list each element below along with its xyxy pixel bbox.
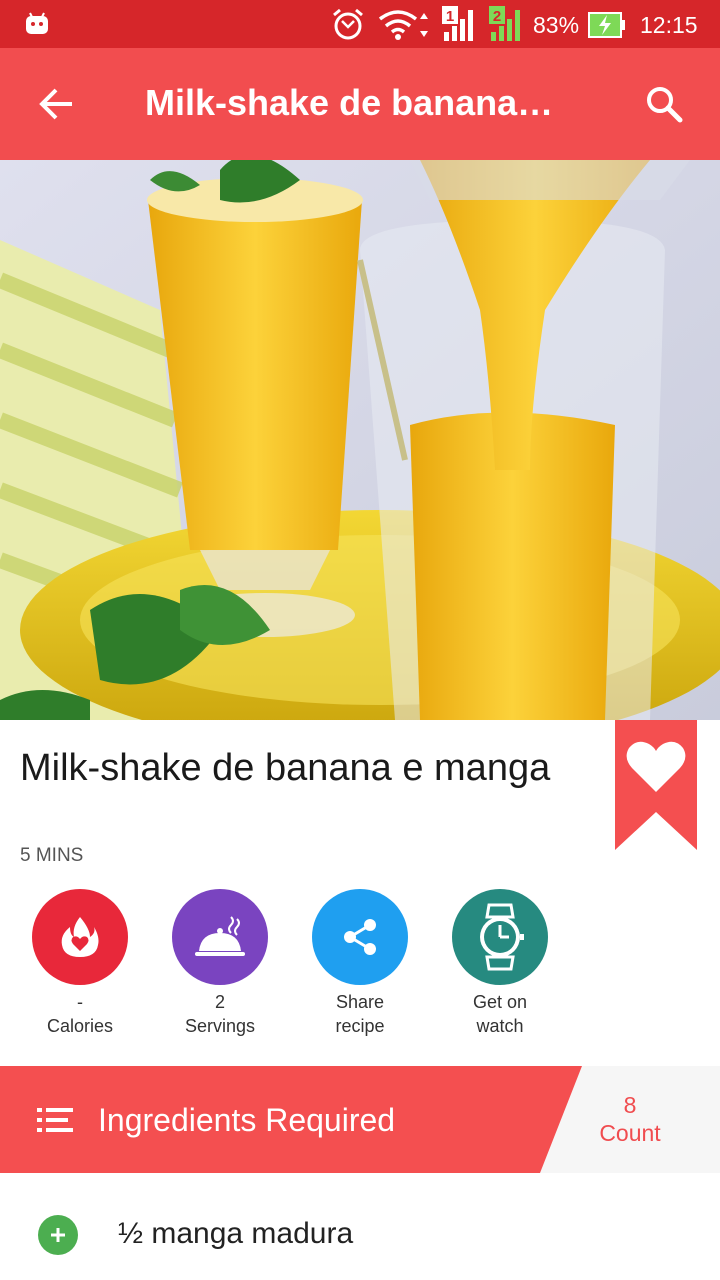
status-clock: 12:15 xyxy=(640,12,698,38)
watch-badge xyxy=(452,889,548,985)
signal-sim1-icon: 1 xyxy=(440,6,480,47)
calories-badge xyxy=(32,889,128,985)
plus-icon xyxy=(51,1228,65,1242)
svg-text:1: 1 xyxy=(446,8,454,25)
watch-label-line1: Get on xyxy=(472,992,528,1012)
ingredients-count-label: Count xyxy=(599,1120,661,1146)
watch-icon xyxy=(480,903,524,971)
ingredient-list-item: ½ manga madura xyxy=(0,1173,720,1280)
ingredient-text: ½ manga madura xyxy=(118,1217,354,1250)
favorite-bookmark-button[interactable] xyxy=(615,720,697,850)
alarm-icon xyxy=(331,8,365,47)
watch-label-line2: watch xyxy=(476,1016,524,1036)
calories-label: Calories xyxy=(46,1016,114,1036)
signal-sim2-icon: 2 xyxy=(487,6,527,47)
servings-info[interactable]: 2 Servings xyxy=(150,889,290,1037)
app-bar: Milk-shake de banana… xyxy=(0,48,720,160)
servings-value: 2 xyxy=(214,992,225,1012)
list-icon xyxy=(37,1106,73,1139)
search-icon xyxy=(647,87,683,123)
get-on-watch-button[interactable]: Get on watch xyxy=(430,889,570,1037)
battery-charging-icon xyxy=(588,12,626,43)
servings-label: Servings xyxy=(184,1016,256,1036)
ingredients-title: Ingredients Required xyxy=(98,1102,396,1138)
app-bar-title: Milk-shake de banana… xyxy=(145,82,554,123)
ingredients-count: 8 Count xyxy=(580,1091,680,1147)
recipe-title: Milk-shake de banana e manga xyxy=(20,747,551,789)
servings-badge xyxy=(172,889,268,985)
share-icon xyxy=(344,919,376,955)
wifi-icon xyxy=(378,9,432,46)
android-notification-icon xyxy=(24,11,50,40)
ingredients-header: Ingredients Required 8 Count xyxy=(0,1066,720,1173)
search-button[interactable] xyxy=(636,76,692,132)
recipe-photo xyxy=(0,160,720,720)
calories-value: - xyxy=(77,992,83,1012)
svg-text:2: 2 xyxy=(493,8,501,25)
ingredients-count-value: 8 xyxy=(623,1092,637,1118)
share-badge xyxy=(312,889,408,985)
arrow-back-icon xyxy=(39,88,72,120)
share-label-line1: Share xyxy=(335,992,385,1012)
battery-percent: 83% xyxy=(533,12,580,38)
calories-info[interactable]: - Calories xyxy=(10,889,150,1037)
status-bar: 1 2 83% 12:15 xyxy=(0,0,720,48)
cloche-icon xyxy=(195,916,245,956)
recipe-time: 5 MINS xyxy=(20,845,84,866)
flame-heart-icon xyxy=(61,917,99,957)
share-recipe-button[interactable]: Share recipe xyxy=(290,889,430,1037)
share-label-line2: recipe xyxy=(335,1016,385,1036)
add-ingredient-button[interactable] xyxy=(38,1215,78,1255)
back-button[interactable] xyxy=(24,80,88,128)
